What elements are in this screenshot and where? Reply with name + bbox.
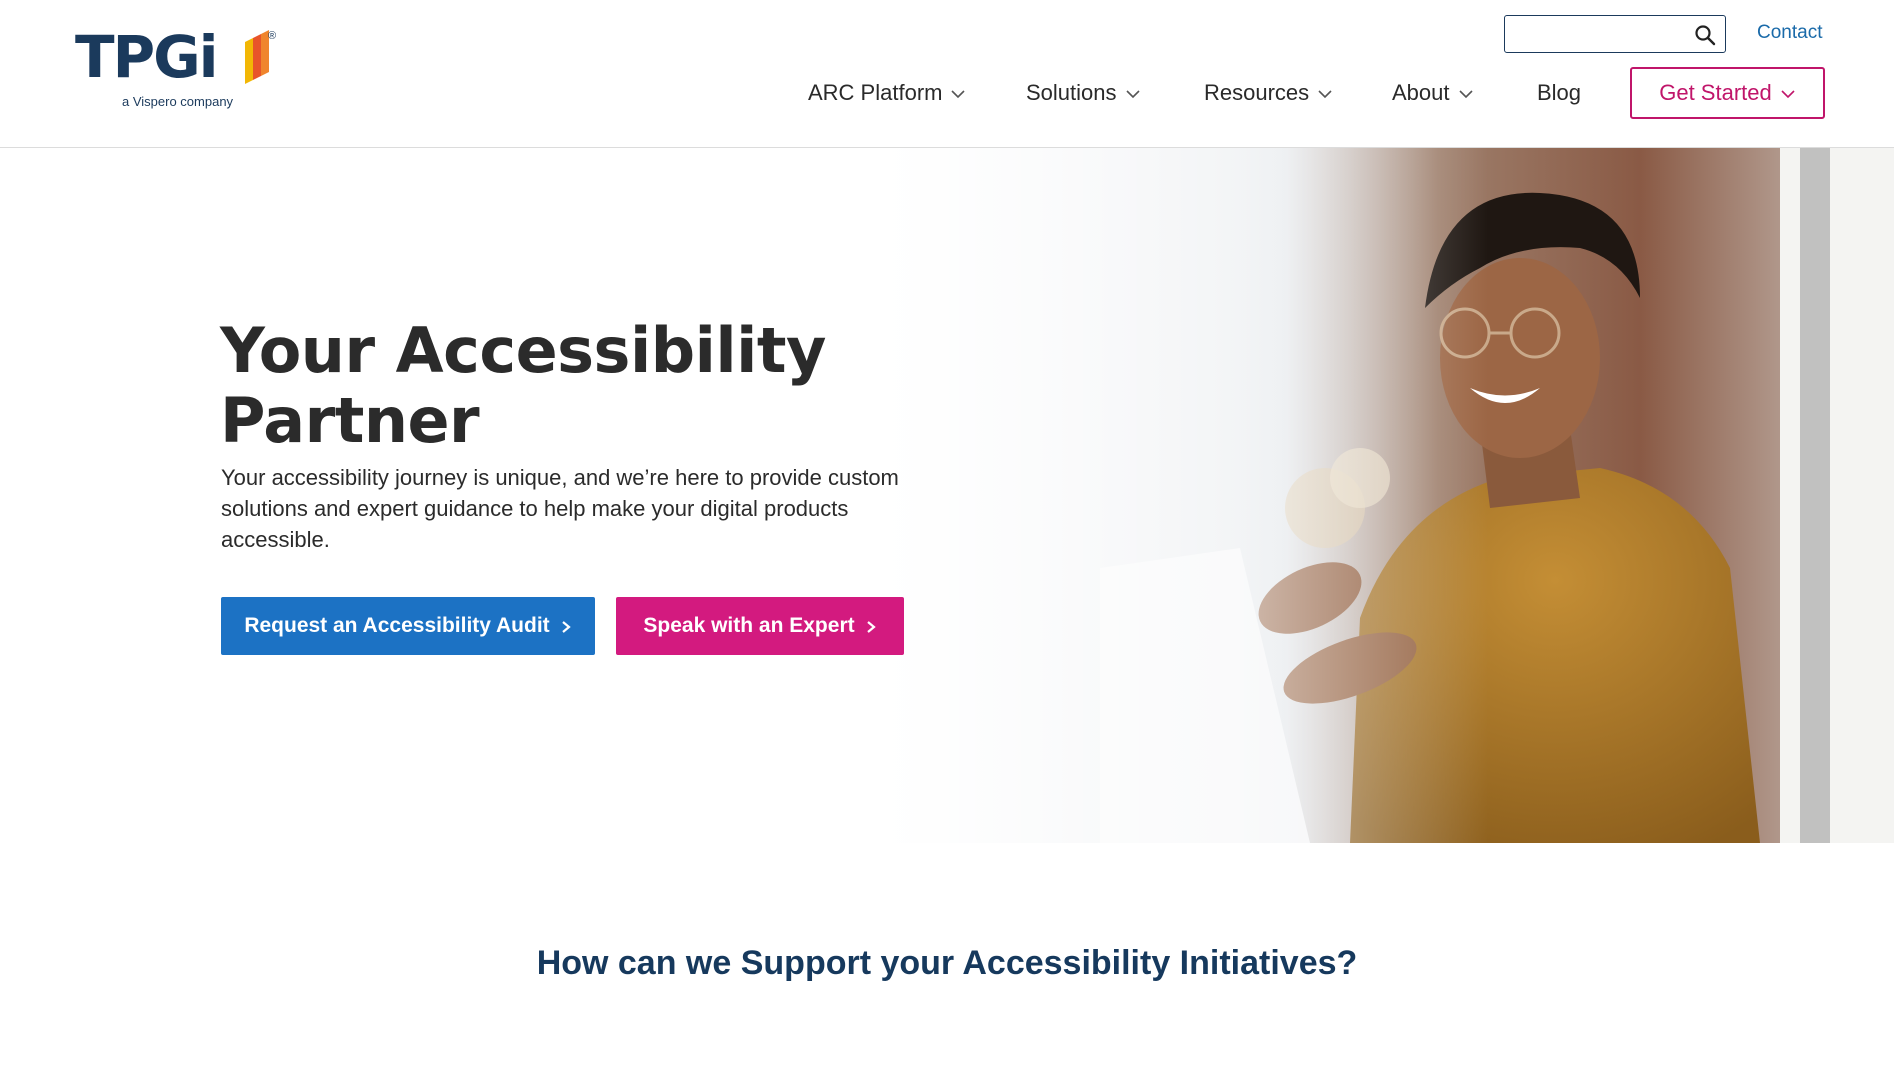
nav-item-label: About [1392,80,1450,105]
hero-title-line1: Your Accessibility [220,314,826,387]
nav-item-resources[interactable]: Resources [1204,68,1333,118]
hero-section: Your Accessibility Partner Your accessib… [0,148,1894,843]
nav-item-label: ARC Platform [808,80,943,105]
hero-description: Your accessibility journey is unique, an… [221,465,899,552]
chevron-down-icon [1458,90,1473,99]
nav-item-blog[interactable]: Blog [1537,68,1581,118]
nav-item-about[interactable]: About [1392,68,1474,118]
speak-expert-label: Speak with an Expert [643,614,855,637]
logo-tagline: a Vispero company [122,94,234,109]
speak-expert-button[interactable]: Speak with an Expert [616,597,904,655]
site-header: TPGi ® a Vispero company Contact ARC Pla… [0,0,1894,148]
hero-title-line2: Partner [220,384,480,457]
hero-title: Your Accessibility Partner [220,316,940,456]
request-audit-button[interactable]: Request an Accessibility Audit [221,597,595,655]
chevron-down-icon [1318,90,1332,99]
search-icon[interactable] [1693,23,1717,47]
chevron-down-icon [1781,90,1795,99]
chevron-right-icon [561,621,571,633]
nav-item-label: Blog [1537,80,1582,105]
section-heading: How can we Support your Accessibility In… [536,944,1358,982]
chevron-down-icon [951,90,966,99]
tpgi-logo[interactable]: TPGi ® a Vispero company [75,22,285,112]
logo-wordmark: TPGi [75,23,219,91]
logo-bars-icon [245,30,269,84]
nav-item-label: Resources [1204,80,1310,105]
get-started-button[interactable]: Get Started [1630,67,1825,119]
nav-item-label: Solutions [1026,80,1117,105]
contact-link[interactable]: Contact [1757,22,1822,44]
search-input[interactable] [1509,19,1689,49]
nav-item-arc-platform[interactable]: ARC Platform [808,68,966,118]
request-audit-label: Request an Accessibility Audit [244,614,550,637]
search-box[interactable] [1504,15,1726,53]
chevron-down-icon [1125,90,1140,99]
hero-photo [880,148,1894,843]
chevron-right-icon [866,621,876,633]
nav-item-solutions[interactable]: Solutions [1026,68,1141,118]
get-started-label: Get Started [1659,80,1772,105]
logo-registered-mark: ® [268,30,277,42]
